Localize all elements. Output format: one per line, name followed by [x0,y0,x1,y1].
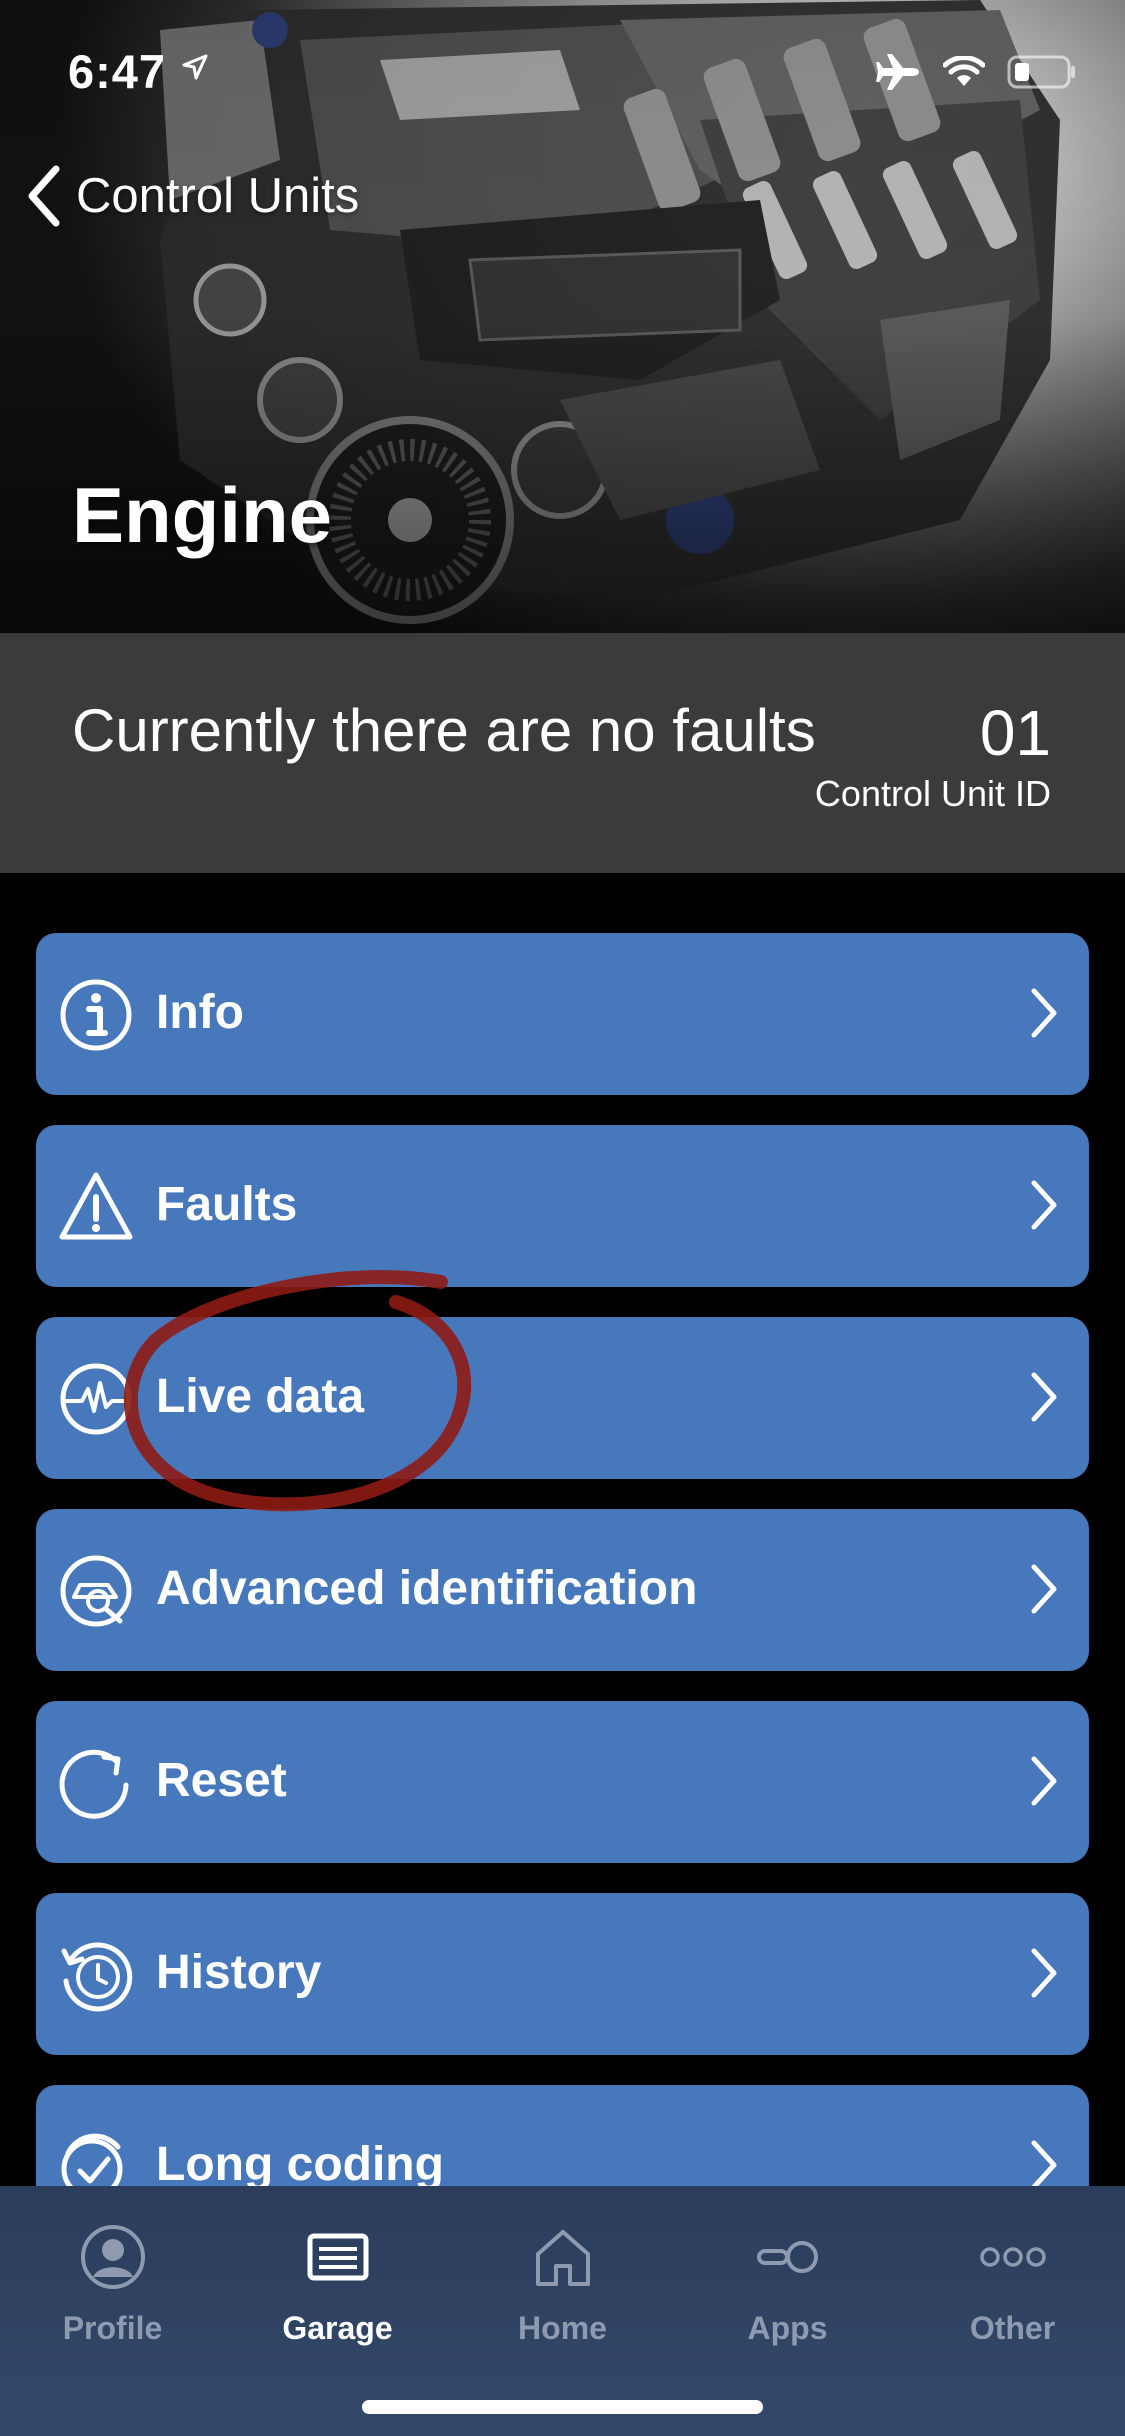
info-icon [60,979,132,1051]
status-bar: 6:47 [0,0,1125,130]
menu-item-label: Live data [156,1370,365,1423]
status-time: 6:47 [68,45,167,98]
advanced-identification-icon [60,1555,132,1627]
battery-icon [1007,55,1075,89]
status-icons [875,52,1077,92]
home-icon [535,2230,590,2286]
warning-icon [59,1172,133,1240]
wifi-icon [943,56,985,86]
chevron-left-icon [28,165,60,227]
chevron-right-icon [1031,1564,1057,1614]
menu-item-history[interactable]: History [36,1893,1089,2055]
control-unit-id-label: Control Unit ID [814,773,1051,814]
garage-icon [307,2233,368,2281]
history-icon [61,1942,133,2012]
home-indicator[interactable] [362,2400,763,2414]
back-button-label: Control Units [76,169,360,223]
tab-label: Home [518,2310,607,2346]
tab-label: Garage [282,2310,393,2346]
menu-item-label: Advanced identification [156,1562,698,1615]
chevron-right-icon [1031,1948,1057,1998]
tab-bar: Profile Garage Home Apps Other [0,2186,1125,2436]
page-title: Engine [72,471,333,559]
airplane-icon [876,54,919,90]
tab-profile[interactable]: Profile [0,2214,225,2364]
reset-icon [59,1749,129,1819]
tab-label: Other [969,2310,1056,2346]
back-button[interactable]: Control Units [26,165,359,227]
menu-item-label: History [156,1946,322,1999]
tab-other[interactable]: Other [900,2214,1125,2364]
faults-status-text: Currently there are no faults [72,697,816,764]
live-data-icon [60,1363,132,1435]
tab-label: Profile [62,2310,163,2346]
menu-item-info[interactable]: Info [36,933,1089,1095]
other-icon [979,2247,1046,2267]
menu-item-faults[interactable]: Faults [36,1125,1089,1287]
menu-item-reset[interactable]: Reset [36,1701,1089,1863]
menu-item-label: Info [156,986,244,1039]
control-unit-id-value: 01 [979,697,1051,769]
menu-item-label: Faults [156,1178,298,1231]
menu-item-live-data[interactable]: Live data [36,1317,1089,1479]
tab-home[interactable]: Home [450,2214,675,2364]
tab-garage[interactable]: Garage [225,2214,450,2364]
chevron-right-icon [1031,1372,1057,1422]
tab-label: Apps [747,2310,828,2346]
fault-summary-panel: Currently there are no faults 01 Control… [0,633,1125,873]
menu-item-label: Reset [156,1754,287,1807]
chevron-right-icon [1031,988,1057,1038]
profile-icon [80,2225,145,2289]
menu-item-label: Long coding [156,2138,444,2191]
apps-icon [756,2241,818,2273]
chevron-right-icon [1031,1756,1057,1806]
chevron-right-icon [1031,1180,1057,1230]
location-arrow-icon [182,54,208,80]
tab-apps[interactable]: Apps [675,2214,900,2364]
menu-item-advanced-identification[interactable]: Advanced identification [36,1509,1089,1671]
